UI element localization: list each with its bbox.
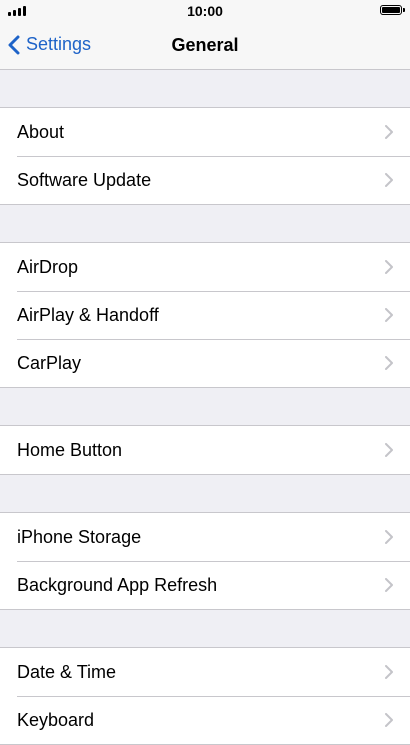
settings-group: Date & Time Keyboard (0, 648, 410, 745)
settings-row-software-update[interactable]: Software Update (0, 156, 410, 204)
settings-group: iPhone Storage Background App Refresh (0, 513, 410, 610)
section-spacer (0, 70, 410, 108)
chevron-right-icon (385, 530, 393, 544)
status-bar: 10:00 (0, 0, 410, 22)
row-label: CarPlay (17, 352, 82, 373)
navigation-bar: Settings General (0, 22, 410, 70)
settings-row-iphone-storage[interactable]: iPhone Storage (0, 513, 410, 561)
settings-group: Home Button (0, 426, 410, 475)
section-spacer (0, 388, 410, 426)
row-label: Home Button (17, 439, 123, 460)
settings-row-date-time[interactable]: Date & Time (0, 648, 410, 696)
settings-row-background-app-refresh[interactable]: Background App Refresh (0, 561, 410, 609)
chevron-right-icon (385, 713, 393, 727)
row-label: Date & Time (17, 661, 117, 682)
chevron-right-icon (385, 260, 393, 274)
battery-icon (380, 5, 405, 15)
page-title: General (171, 35, 239, 55)
row-label: Background App Refresh (17, 574, 218, 595)
row-label: iPhone Storage (17, 526, 142, 547)
settings-row-airdrop[interactable]: AirDrop (0, 243, 410, 291)
settings-row-airplay-handoff[interactable]: AirPlay & Handoff (0, 291, 410, 339)
chevron-right-icon (385, 125, 393, 139)
chevron-right-icon (385, 665, 393, 679)
section-spacer (0, 610, 410, 648)
status-time: 10:00 (187, 3, 223, 19)
settings-row-keyboard[interactable]: Keyboard (0, 696, 410, 744)
settings-group: About Software Update (0, 108, 410, 205)
section-spacer (0, 475, 410, 513)
settings-row-home-button[interactable]: Home Button (0, 426, 410, 474)
row-label: About (17, 121, 65, 142)
chevron-right-icon (385, 173, 393, 187)
chevron-right-icon (385, 356, 393, 370)
settings-row-about[interactable]: About (0, 108, 410, 156)
settings-group: AirDrop AirPlay & Handoff CarPlay (0, 243, 410, 388)
row-label: Keyboard (17, 709, 95, 730)
chevron-right-icon (385, 308, 393, 322)
row-label: AirDrop (17, 256, 79, 277)
row-label: Software Update (17, 169, 152, 190)
settings-row-carplay[interactable]: CarPlay (0, 339, 410, 387)
row-label: AirPlay & Handoff (17, 304, 159, 325)
chevron-right-icon (385, 578, 393, 592)
section-spacer (0, 205, 410, 243)
chevron-right-icon (385, 443, 393, 457)
